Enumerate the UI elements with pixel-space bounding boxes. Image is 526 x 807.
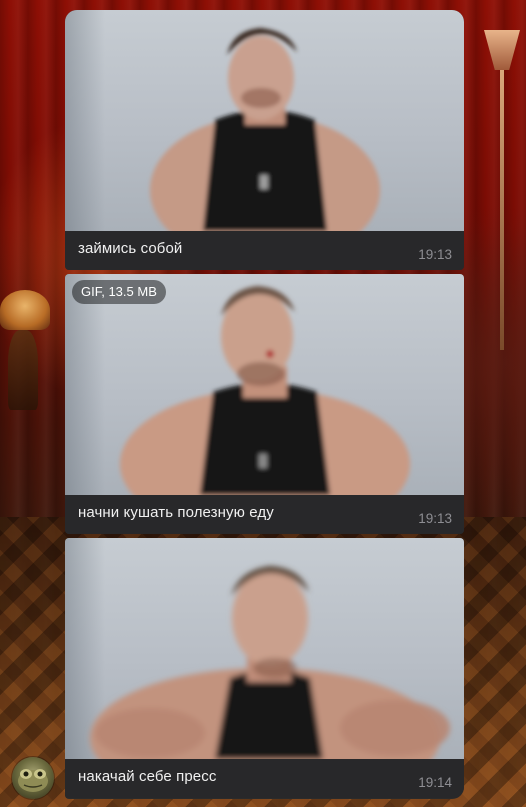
gif-message[interactable]: займись собой 19:13 — [65, 10, 464, 270]
sender-avatar[interactable] — [12, 757, 54, 799]
gif-person-image — [120, 286, 410, 495]
wallpaper-lamp-base — [8, 330, 38, 410]
caption-bar: займись собой 19:13 — [65, 231, 464, 270]
gif-size-badge: GIF, 13.5 MB — [72, 280, 166, 304]
wallpaper-table-lamp — [0, 290, 50, 330]
caption-bar: накачай себе пресс 19:14 — [65, 759, 464, 798]
message-caption: начни кушать полезную еду — [78, 504, 274, 521]
message-time: 19:14 — [418, 775, 452, 790]
gif-preview[interactable] — [65, 10, 464, 231]
gif-message[interactable]: GIF, 13.5 MB начни кушать полезную еду 1… — [65, 274, 464, 534]
gif-preview[interactable]: GIF, 13.5 MB — [65, 274, 464, 495]
message-caption: накачай себе пресс — [78, 768, 217, 785]
message-caption: займись собой — [78, 240, 183, 257]
frog-avatar-icon — [18, 769, 48, 792]
gif-person-image — [150, 28, 380, 231]
gif-message[interactable]: накачай себе пресс 19:14 — [65, 538, 464, 799]
message-time: 19:13 — [418, 247, 452, 262]
wallpaper-floor-lamp — [484, 30, 520, 350]
caption-bar: начни кушать полезную еду 19:13 — [65, 495, 464, 534]
message-time: 19:13 — [418, 511, 452, 526]
gif-person-image — [90, 566, 450, 759]
gif-preview[interactable] — [65, 538, 464, 759]
